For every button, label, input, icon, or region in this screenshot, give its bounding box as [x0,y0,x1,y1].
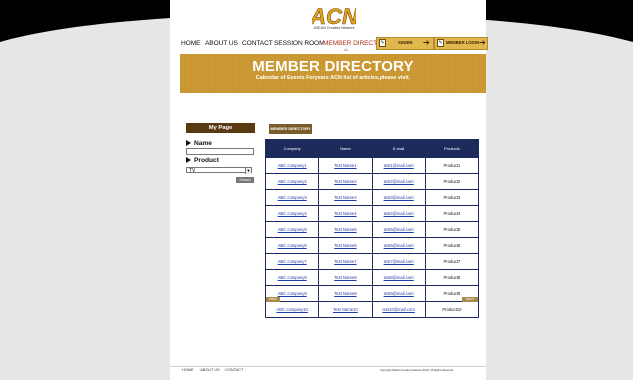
footer-link-home[interactable]: ·HOME [181,368,194,372]
table-row: ABC company3 Test Name3 test3@mail.com Prod… [264,189,480,206]
cell-company[interactable]: ABC company6 [264,237,320,254]
cell-product: Product6 [424,237,480,254]
name-label: Name [186,140,212,147]
column-header-name: Name [318,139,373,158]
cell-name[interactable]: Test Name10 [318,301,373,318]
cell-email[interactable]: test4@mail.com [371,205,426,222]
cell-name[interactable]: Test Name3 [318,189,373,206]
nav-contact[interactable]: CONTACT [242,40,273,47]
cell-company[interactable]: ABC company1 [264,157,320,174]
cell-name[interactable]: Test Name9 [318,285,373,302]
table-row: ABC company2 Test Name2 test2@mail.com Prod… [264,173,480,190]
cell-company[interactable]: ABC company4 [264,205,320,222]
table-row: ABC company7 Test Name7 test7@mail.com Prod… [264,253,480,270]
pen-icon: ✎ [379,39,386,47]
column-header-email: E-mail [371,139,426,158]
cell-name[interactable]: Test Name2 [318,173,373,190]
name-input[interactable] [186,148,254,155]
cell-email[interactable]: test2@mail.com [371,173,426,190]
directory-tab: MEMBER DIRECTORY [269,124,312,134]
cell-email[interactable]: test5@mail.com [371,221,426,238]
triangle-right-icon [186,140,191,147]
product-select[interactable]: TV ▼ [186,167,252,174]
triangle-right-icon [186,157,191,164]
cell-email[interactable]: test6@mail.com [371,237,426,254]
cell-name[interactable]: Test Name4 [318,205,373,222]
cell-company[interactable]: ABC company3 [264,189,320,206]
signin-label: SIGNIN [398,40,413,45]
cell-email[interactable]: test10@mail.com [371,301,426,318]
cell-product: Product7 [424,253,480,270]
table-header-row: Company Name E-mail Products [264,139,480,158]
signin-button[interactable]: ✎ SIGNIN ➔ [376,37,434,50]
cell-name[interactable]: Test Name8 [318,269,373,286]
cell-name[interactable]: Test Name7 [318,253,373,270]
table-row: ABC company9 Test Name9 test9@mail.com Prod… [264,285,480,302]
cell-company[interactable]: ABC company8 [264,269,320,286]
cell-company[interactable]: ABC company10 [264,301,320,318]
column-header-company: Company [264,139,320,158]
search-button[interactable]: Search [236,177,254,183]
member-login-label: MEMBER LOGIN [446,40,480,45]
member-table: Company Name E-mail Products ABC company… [264,139,480,318]
arrow-right-icon: ➔ [479,38,486,47]
cell-email[interactable]: test8@mail.com [371,269,426,286]
my-page-header: My Page [186,123,255,133]
copyright: Copyright ASEAN Creative Network (ACN). … [380,369,454,372]
cell-product: Product1 [424,157,480,174]
cell-product: Product4 [424,205,480,222]
prev-button[interactable]: PREV [266,297,280,302]
chevron-down-icon: ▼ [245,168,251,174]
column-header-products: Products [424,139,480,158]
table-row: ABC company8 Test Name8 test8@mail.com Prod… [264,269,480,286]
table-row: ABC company1 Test Name1 test1@mail.com Prod… [264,157,480,174]
table-body: ABC company1 Test Name1 test1@mail.com Prod… [264,157,480,318]
pen-icon: ✎ [437,39,444,47]
cell-company[interactable]: ABC company5 [264,221,320,238]
page-title: MEMBER DIRECTORY [252,58,414,75]
cell-email[interactable]: test9@mail.com [371,285,426,302]
acn-logo[interactable]: ACN [312,4,356,36]
nav-about-us[interactable]: ABOUT US [205,40,238,47]
table-row: ABC company4 Test Name4 test4@mail.com Prod… [264,205,480,222]
product-label: Product [186,157,219,164]
nav-home[interactable]: HOME [181,40,200,47]
next-button[interactable]: NEXT [462,297,478,302]
cell-name[interactable]: Test Name5 [318,221,373,238]
cell-email[interactable]: test3@mail.com [371,189,426,206]
cell-email[interactable]: test1@mail.com [371,157,426,174]
cell-product: Product8 [424,269,480,286]
cell-company[interactable]: ABC company2 [264,173,320,190]
footer-link-contact[interactable]: ·CONTACT [224,368,243,372]
cell-name[interactable]: Test Name1 [318,157,373,174]
page-subtitle: Calendar of Events Foryears ACN list of … [255,75,411,81]
cell-company[interactable]: ABC company7 [264,253,320,270]
arrow-right-icon: ➔ [423,38,430,47]
active-nav-marker [343,48,349,51]
cell-product: Product2 [424,173,480,190]
table-row: ABC company5 Test Name5 test5@mail.com Prod… [264,221,480,238]
cell-product: Product3 [424,189,480,206]
table-row: ABC company6 Test Name6 test6@mail.com Prod… [264,237,480,254]
logo-tagline: ASEAN Creative Network [313,26,355,30]
cell-product: Product10 [424,301,480,318]
product-selected-value: TV [189,168,196,174]
cell-product: Product5 [424,221,480,238]
cell-name[interactable]: Test Name6 [318,237,373,254]
nav-session-room[interactable]: SESSION ROOM [274,40,325,47]
cell-email[interactable]: test7@mail.com [371,253,426,270]
member-login-button[interactable]: ✎ MEMBER LOGIN ➔ [434,37,488,50]
footer-link-about-us[interactable]: ·ABOUT US [199,368,220,372]
table-row: ABC company10 Test Name10 test10@mail.com P… [264,301,480,318]
